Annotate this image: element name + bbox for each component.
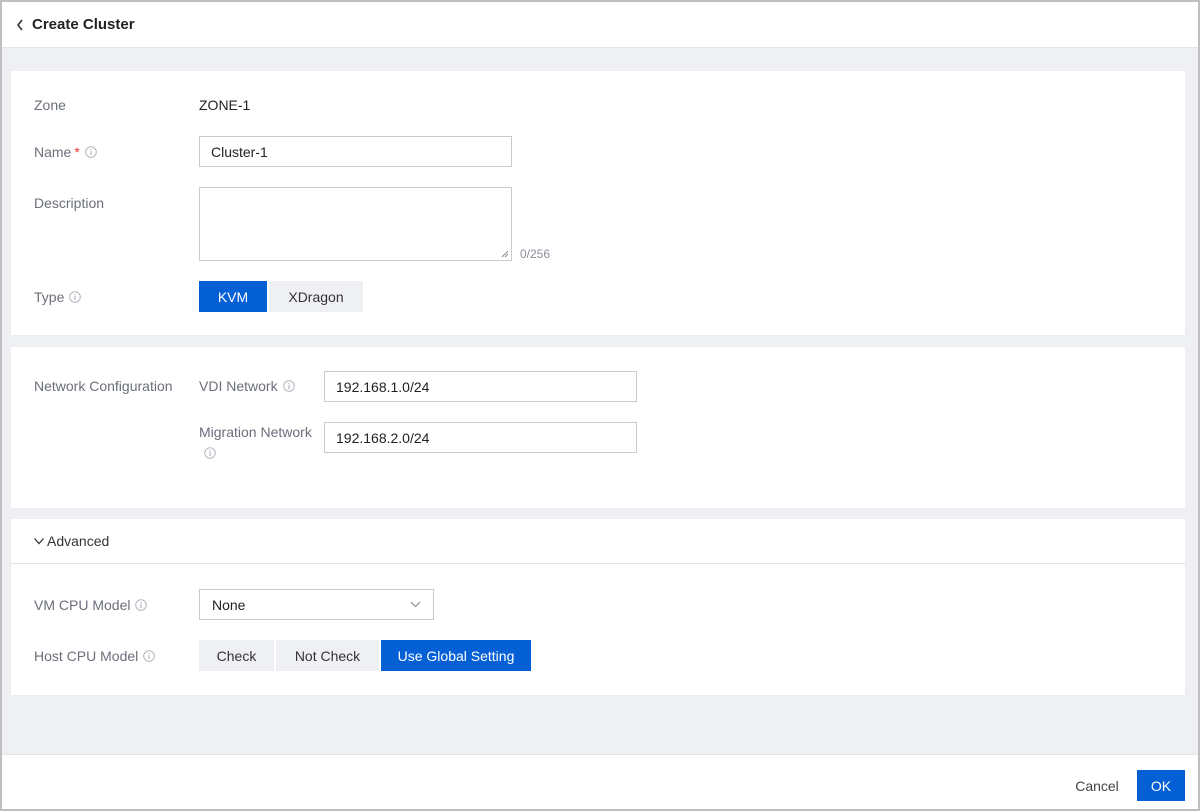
migration-network-input[interactable] xyxy=(324,422,637,453)
chevron-left-icon[interactable] xyxy=(14,18,26,32)
chevron-down-icon xyxy=(410,601,421,608)
info-icon[interactable] xyxy=(282,380,295,392)
info-icon[interactable] xyxy=(143,650,156,662)
description-textarea[interactable] xyxy=(199,187,512,261)
info-icon[interactable] xyxy=(69,291,82,303)
vm-cpu-model-value: None xyxy=(212,596,246,613)
info-icon[interactable] xyxy=(85,146,97,158)
host-cpu-label-group: Host CPU Model xyxy=(34,648,156,664)
ok-button[interactable]: OK xyxy=(1137,770,1185,801)
cancel-button[interactable]: Cancel xyxy=(1064,770,1130,801)
back-button[interactable]: Create Cluster xyxy=(14,16,135,33)
advanced-label: Advanced xyxy=(47,533,110,549)
host-cpu-option-check[interactable]: Check xyxy=(199,640,274,671)
footer-bar: Cancel OK xyxy=(2,754,1198,809)
vdi-network-label: VDI Network xyxy=(199,378,278,394)
description-label: Description xyxy=(34,195,105,211)
advanced-toggle[interactable]: Advanced xyxy=(11,519,1185,564)
info-icon[interactable] xyxy=(135,599,148,611)
vm-cpu-label-group: VM CPU Model xyxy=(34,597,148,613)
vdi-label-group: VDI Network xyxy=(199,378,295,394)
name-input[interactable] xyxy=(199,136,512,167)
info-icon[interactable] xyxy=(204,447,216,459)
host-cpu-option-use-global-setting[interactable]: Use Global Setting xyxy=(381,640,531,671)
type-label-group: Type xyxy=(34,289,82,305)
name-label-group: Name * xyxy=(34,144,97,160)
page-title: Create Cluster xyxy=(32,16,135,33)
name-label: Name xyxy=(34,144,72,160)
type-segmented-control: KVM XDragon xyxy=(199,281,363,312)
advanced-card: Advanced VM CPU Model None Host CPU Mode… xyxy=(11,519,1185,695)
resize-grip-icon[interactable] xyxy=(501,250,509,258)
migration-network-label: Migration Network xyxy=(199,424,312,440)
basic-info-card: Zone ZONE-1 Name * Description 0/256 Typ… xyxy=(11,71,1185,335)
type-option-kvm[interactable]: KVM xyxy=(199,281,267,312)
zone-label: Zone xyxy=(34,97,66,113)
vm-cpu-model-label: VM CPU Model xyxy=(34,597,131,613)
network-config-card: Network Configuration VDI Network Migrat… xyxy=(11,347,1185,508)
host-cpu-option-not-check[interactable]: Not Check xyxy=(276,640,379,671)
type-option-xdragon[interactable]: XDragon xyxy=(269,281,363,312)
zone-value: ZONE-1 xyxy=(199,97,251,113)
vdi-network-input[interactable] xyxy=(324,371,637,402)
type-label: Type xyxy=(34,289,65,305)
vm-cpu-model-select[interactable]: None xyxy=(199,589,434,620)
required-mark: * xyxy=(74,144,80,160)
page-header: Create Cluster xyxy=(2,2,1198,48)
chevron-down-icon xyxy=(33,535,45,547)
network-config-label: Network Configuration xyxy=(34,378,173,394)
host-cpu-segmented-control: Check Not Check Use Global Setting xyxy=(199,640,531,671)
description-counter: 0/256 xyxy=(520,247,551,261)
host-cpu-model-label: Host CPU Model xyxy=(34,648,139,664)
